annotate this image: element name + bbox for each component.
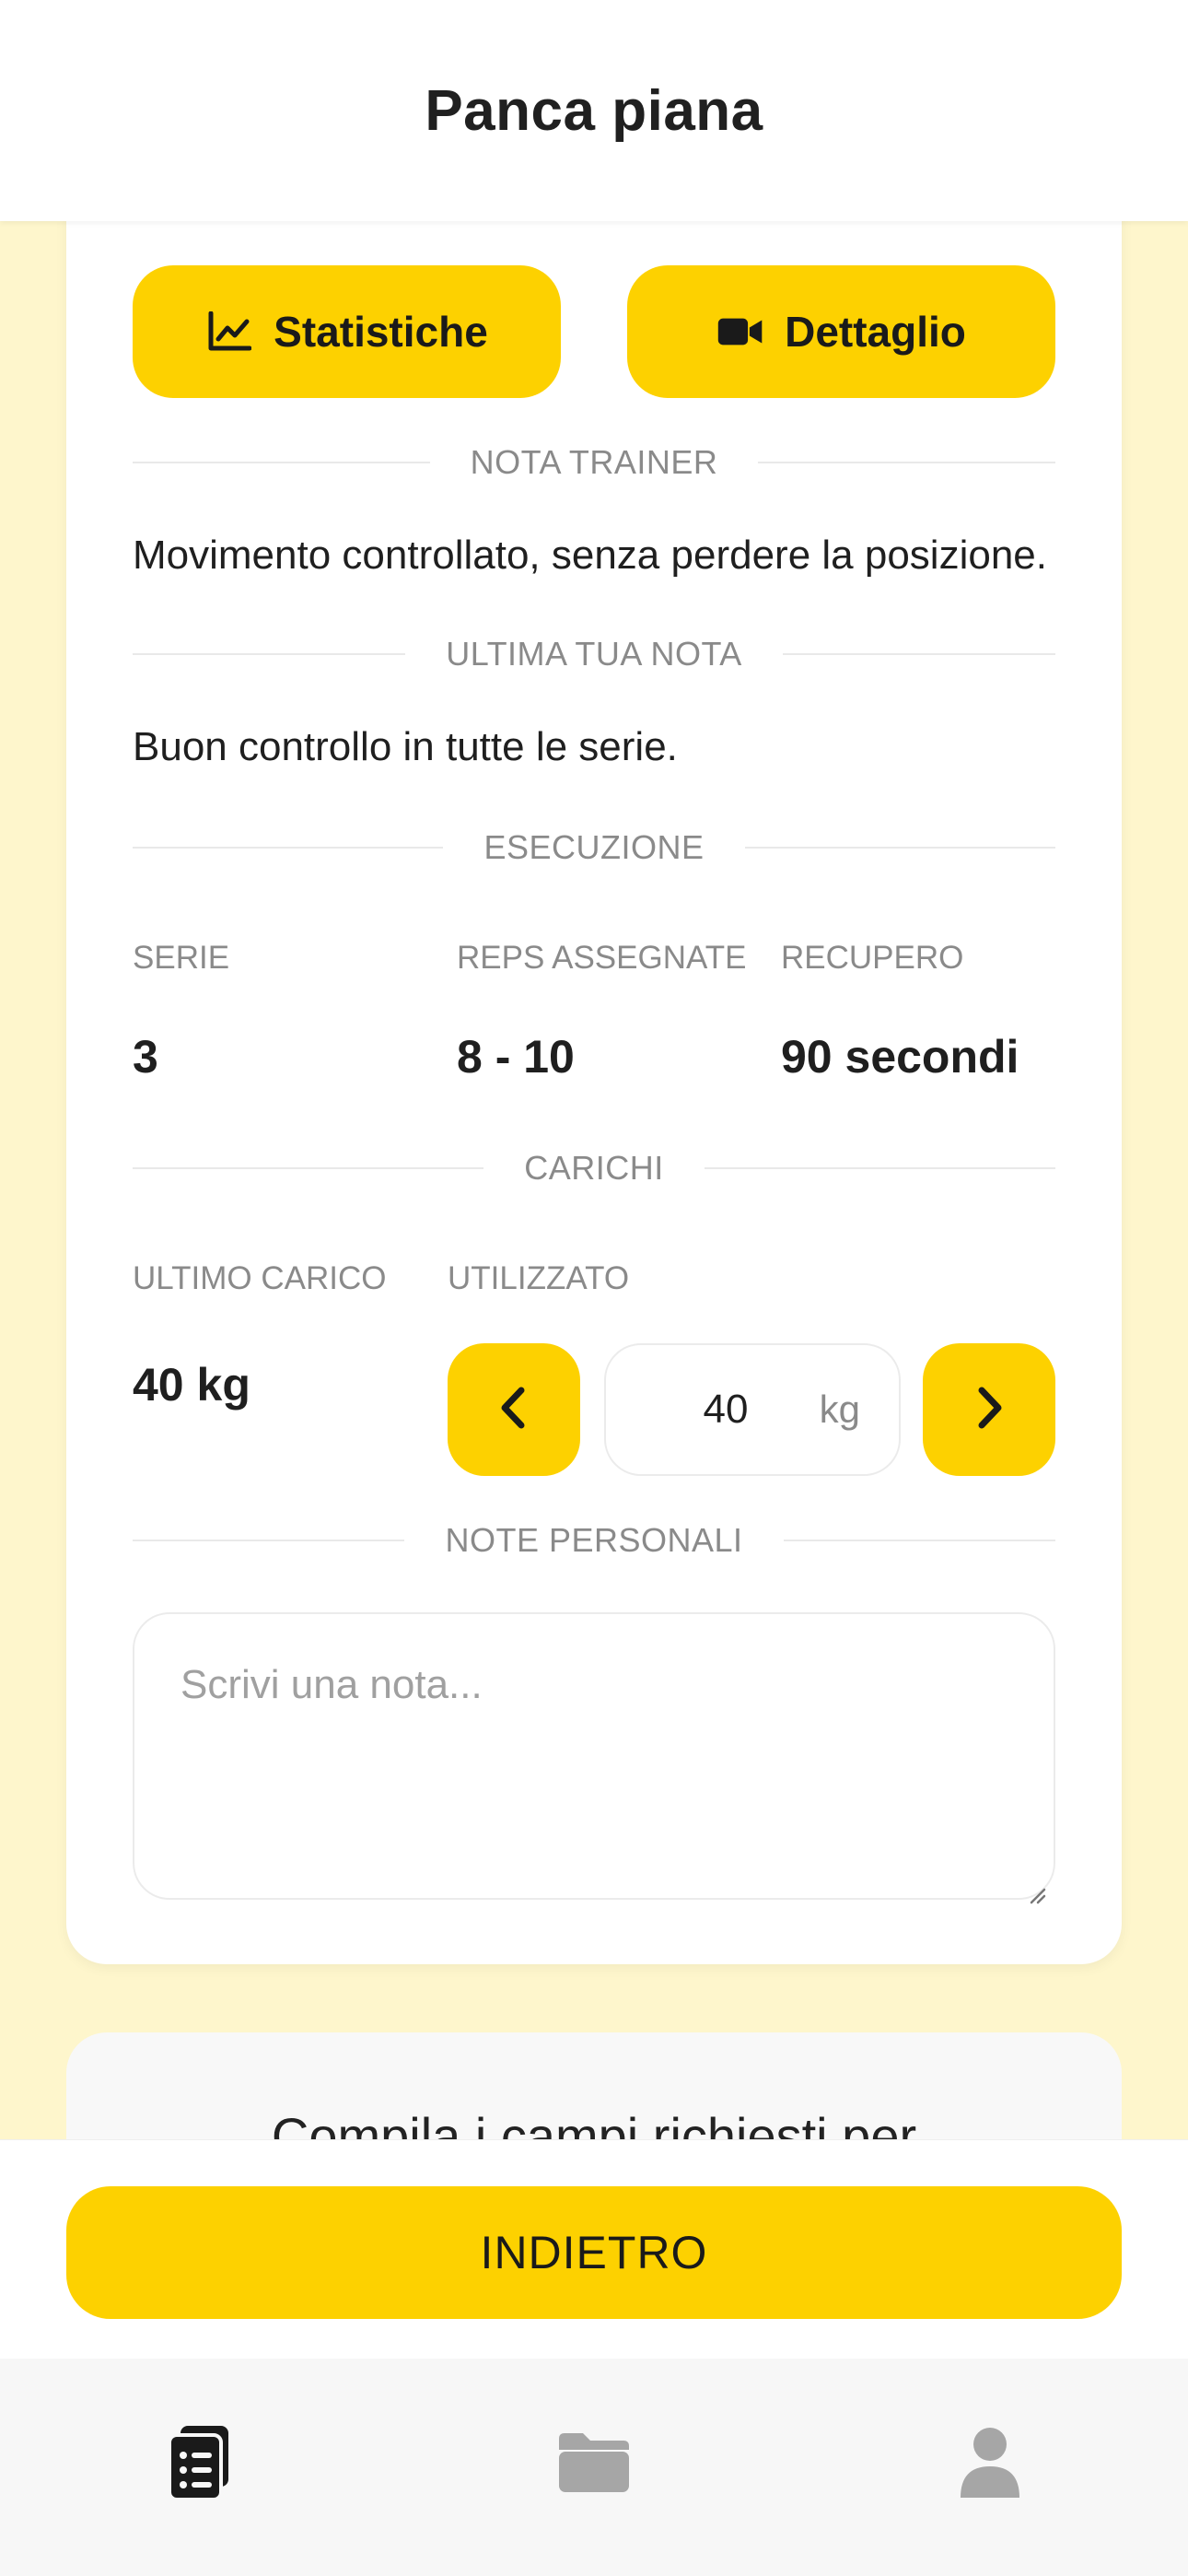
statistics-button[interactable]: Statistiche xyxy=(133,265,561,398)
last-load-label: ULTIMO CARICO xyxy=(133,1260,387,1296)
tab-profile[interactable] xyxy=(949,2423,1031,2506)
trainer-note-divider: NOTA TRAINER xyxy=(133,443,1055,481)
last-note-text: Buon controllo in tutte le serie. xyxy=(133,724,678,769)
used-load-value: 40 xyxy=(703,1387,749,1432)
execution-divider: ESECUZIONE xyxy=(133,828,1056,866)
used-load-input[interactable]: 40 kg xyxy=(604,1343,901,1476)
loads-divider: CARICHI xyxy=(133,1149,1056,1187)
used-load-unit: kg xyxy=(819,1388,860,1431)
chevron-right-icon xyxy=(971,1385,1007,1435)
clipboard-list-icon xyxy=(164,2424,236,2506)
execution-title: ESECUZIONE xyxy=(483,828,705,866)
top-header: Panca piana xyxy=(0,0,1188,221)
reps-value: 8 - 10 xyxy=(457,1031,575,1083)
used-load-label: UTILIZZATO xyxy=(448,1260,630,1296)
resize-handle-icon[interactable] xyxy=(1024,1868,1046,1904)
personal-note-placeholder: Scrivi una nota... xyxy=(181,1662,483,1707)
last-note-title: ULTIMA TUA NOTA xyxy=(446,635,742,673)
personal-notes-divider: NOTE PERSONALI xyxy=(133,1521,1056,1559)
decrease-load-button[interactable] xyxy=(448,1343,580,1476)
last-note-divider: ULTIMA TUA NOTA xyxy=(133,635,1055,673)
tab-folders[interactable] xyxy=(553,2423,635,2506)
last-load-value: 40 kg xyxy=(133,1359,250,1411)
video-camera-icon xyxy=(716,308,764,356)
folder-icon xyxy=(555,2430,633,2500)
back-button[interactable]: INDIETRO xyxy=(66,2186,1122,2319)
rest-label: RECUPERO xyxy=(781,940,964,976)
personal-notes-title: NOTE PERSONALI xyxy=(445,1521,743,1559)
trainer-note-text: Movimento controllato, senza perdere la … xyxy=(133,533,1047,578)
loads-title: CARICHI xyxy=(524,1149,664,1187)
personal-note-textarea[interactable]: Scrivi una nota... xyxy=(133,1612,1055,1904)
reps-label: REPS ASSEGNATE xyxy=(457,940,747,976)
sets-label: SERIE xyxy=(133,940,230,976)
statistics-button-label: Statistiche xyxy=(274,308,488,356)
bottom-action-bar: INDIETRO xyxy=(0,2139,1188,2359)
detail-button-label: Dettaglio xyxy=(785,308,966,356)
tab-workouts[interactable] xyxy=(158,2423,241,2506)
increase-load-button[interactable] xyxy=(923,1343,1055,1476)
chevron-left-icon xyxy=(495,1385,532,1435)
sets-value: 3 xyxy=(133,1031,158,1083)
user-icon xyxy=(959,2426,1021,2504)
tab-bar xyxy=(0,2359,1188,2576)
page-title: Panca piana xyxy=(425,78,763,143)
detail-button[interactable]: Dettaglio xyxy=(627,265,1055,398)
rest-value: 90 secondi xyxy=(781,1031,1019,1083)
trainer-note-title: NOTA TRAINER xyxy=(470,443,718,481)
chart-line-icon xyxy=(205,308,253,356)
